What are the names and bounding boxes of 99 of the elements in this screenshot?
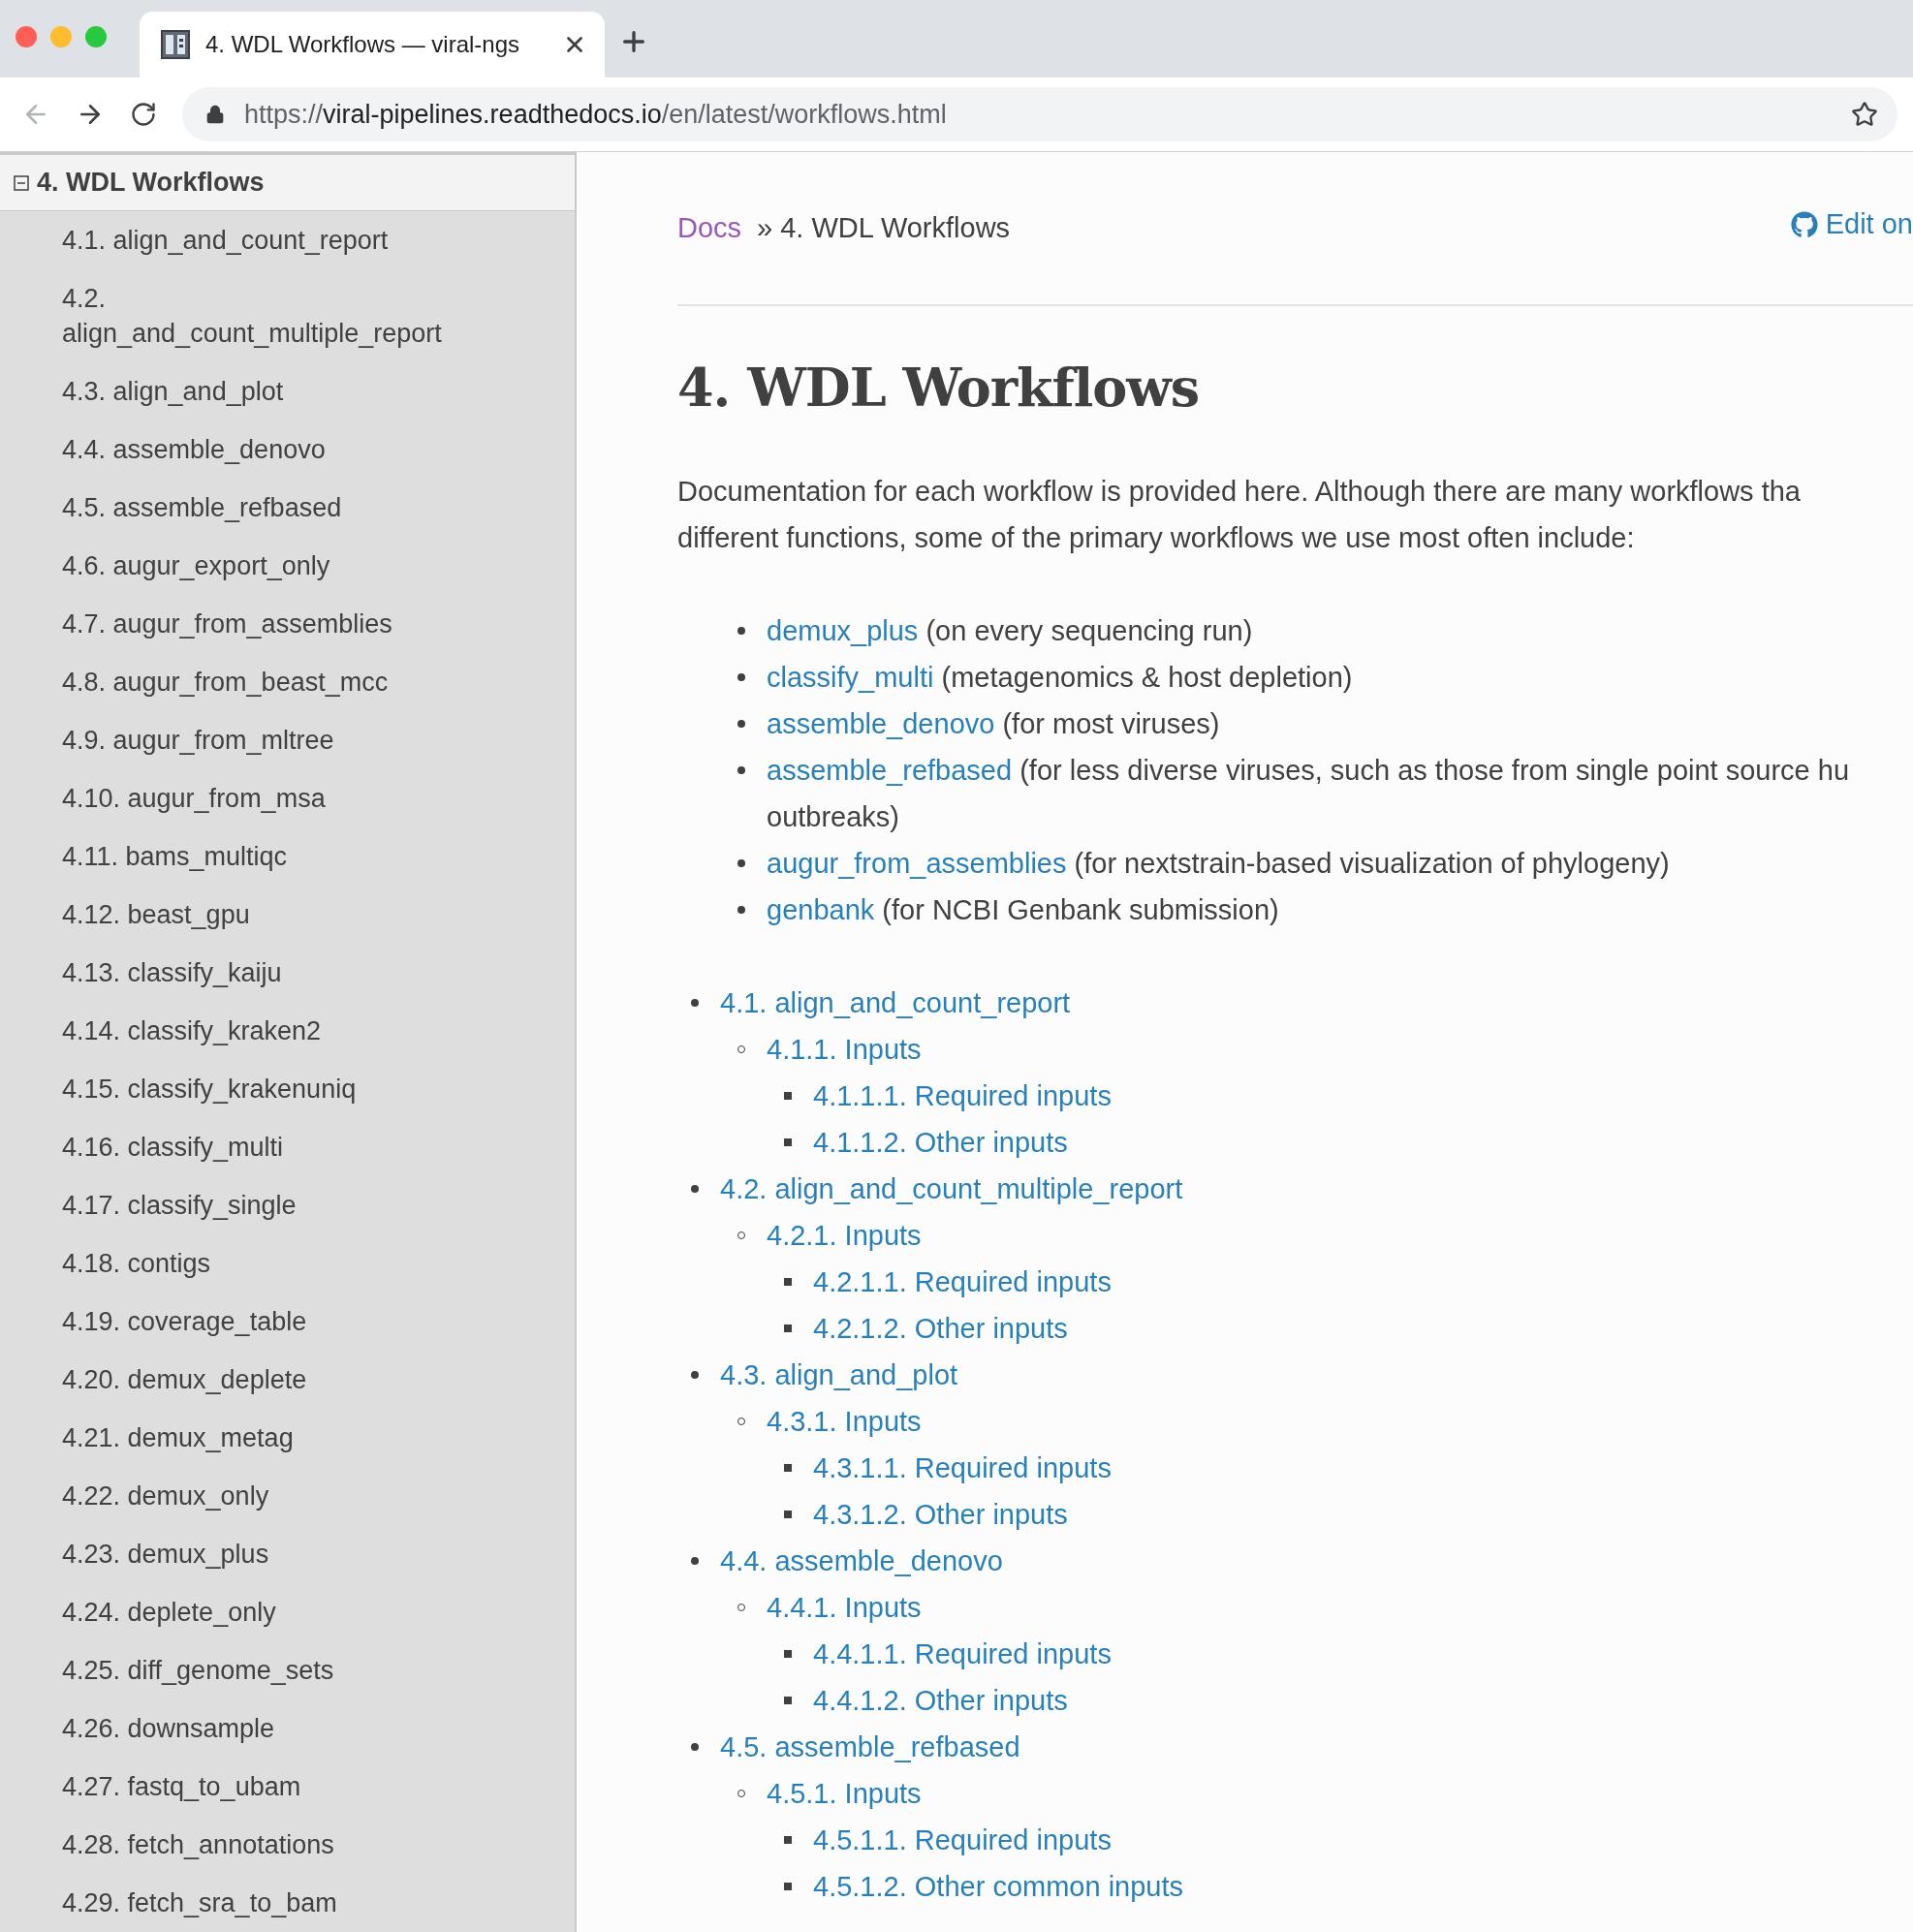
bullet-icon <box>691 999 699 1007</box>
sidebar-item[interactable]: 4.16. classify_multi <box>0 1118 575 1176</box>
sidebar-header: 4. WDL Workflows <box>37 168 265 198</box>
sidebar-item[interactable]: 4.13. classify_kaiju <box>0 944 575 1002</box>
workflow-highlight: demux_plus (on every sequencing run) <box>767 614 1253 648</box>
bullet-icon <box>784 1650 792 1658</box>
workflow-highlight: augur_from_assemblies (for nextstrain-based visualization of phylogeny) <box>767 847 1670 881</box>
browser-tab[interactable]: 4. WDL Workflows — viral-ngs <box>140 12 605 78</box>
toc-link[interactable]: 4.1.1.1. Required inputs <box>813 1073 1112 1119</box>
sidebar-item[interactable]: 4.29. fetch_sra_to_bam <box>0 1874 575 1932</box>
sidebar-item[interactable]: 4.3. align_and_plot <box>0 362 575 421</box>
bullet-icon <box>784 1092 792 1100</box>
address-bar[interactable]: https://viral-pipelines.readthedocs.io/en/latest/workflows.html <box>182 87 1897 141</box>
star-icon[interactable] <box>1851 101 1878 128</box>
toc-link[interactable]: 4.5.1.2. Other common inputs <box>813 1863 1184 1910</box>
sidebar-item[interactable]: 4.11. bams_multiqc <box>0 827 575 886</box>
sidebar-item[interactable]: 4.14. classify_kraken2 <box>0 1002 575 1060</box>
bullet-icon <box>784 1511 792 1518</box>
workflow-highlight: classify_multi (metagenomics & host depletion) <box>767 661 1353 695</box>
sidebar-item[interactable]: 4.17. classify_single <box>0 1176 575 1234</box>
sidebar-item[interactable]: 4.9. augur_from_mltree <box>0 711 575 769</box>
bullet-icon <box>737 627 745 635</box>
sidebar-item[interactable]: 4.23. demux_plus <box>0 1525 575 1583</box>
toc-link[interactable]: 4.3.1.2. Other inputs <box>813 1491 1068 1538</box>
bullet-icon <box>737 766 745 774</box>
bullet-icon <box>784 1836 792 1844</box>
bullet-icon <box>784 1697 792 1704</box>
bullet-icon <box>784 1883 792 1890</box>
sidebar-item[interactable]: 4.5. assemble_refbased <box>0 479 575 537</box>
github-icon <box>1790 210 1818 238</box>
sidebar-item[interactable]: 4.25. diff_genome_sets <box>0 1641 575 1699</box>
toc-link[interactable]: 4.2.1. Inputs <box>767 1212 922 1259</box>
bullet-icon <box>691 1371 699 1379</box>
sidebar-item[interactable]: 4.20. demux_deplete <box>0 1351 575 1409</box>
toc-link[interactable]: 4.1.1. Inputs <box>767 1026 922 1073</box>
breadcrumb-separator: » <box>757 212 773 244</box>
bullet-icon <box>784 1464 792 1472</box>
sidebar-item[interactable]: 4.18. contigs <box>0 1234 575 1293</box>
workflow-highlight: assemble_refbased (for less diverse viruses, such as those from single point source hu outbreaks) <box>767 754 1850 834</box>
page-title: 4. WDL Workflows <box>677 358 1201 419</box>
url-text: https://viral-pipelines.readthedocs.io/en/latest/workflows.html <box>244 99 948 130</box>
toc-link[interactable]: 4.3.1.1. Required inputs <box>813 1445 1112 1491</box>
toc-link[interactable]: 4.5.1. Inputs <box>767 1770 922 1817</box>
toc-link[interactable]: 4.3.1. Inputs <box>767 1398 922 1445</box>
sidebar-item[interactable]: 4.28. fetch_annotations <box>0 1816 575 1874</box>
toc-link[interactable]: 4.5. assemble_refbased <box>720 1724 1020 1770</box>
bullet-icon <box>784 1324 792 1332</box>
sidebar-item[interactable]: 4.6. augur_export_only <box>0 537 575 595</box>
book-icon <box>161 30 190 59</box>
toc-link[interactable]: 4.2.1.2. Other inputs <box>813 1305 1068 1352</box>
bullet-icon <box>784 1138 792 1146</box>
workflow-highlight: genbank (for NCBI Genbank submission) <box>767 893 1279 927</box>
lock-icon <box>205 105 225 124</box>
intro-paragraph: Documentation for each workflow is provided here. Although there are many workflows tha different functions, some of the primary workflows we use most often include: <box>677 475 1802 555</box>
sidebar-item[interactable]: 4.4. assemble_denovo <box>0 421 575 479</box>
bullet-icon <box>737 673 745 681</box>
workflow-link[interactable]: assemble_refbased <box>767 755 1013 786</box>
bullet-icon <box>784 1278 792 1286</box>
workflow-link[interactable]: classify_multi <box>767 662 934 693</box>
toc-link[interactable]: 4.1.1.2. Other inputs <box>813 1119 1068 1166</box>
sidebar-item[interactable]: 4.26. downsample <box>0 1699 575 1758</box>
toc-link[interactable]: 4.1. align_and_count_report <box>720 980 1071 1026</box>
bullet-icon <box>737 859 745 867</box>
sidebar-item[interactable]: 4.7. augur_from_assemblies <box>0 595 575 653</box>
sidebar-item[interactable]: 4.15. classify_krakenuniq <box>0 1060 575 1118</box>
collapse-icon[interactable] <box>14 174 29 191</box>
sidebar-item[interactable]: 4.2. align_and_count_multiple_report <box>0 269 575 362</box>
sidebar-item[interactable]: 4.19. coverage_table <box>0 1293 575 1351</box>
workflow-link[interactable]: augur_from_assemblies <box>767 848 1067 879</box>
toc-link[interactable]: 4.4.1.1. Required inputs <box>813 1631 1112 1677</box>
toc-link[interactable]: 4.3. align_and_plot <box>720 1352 958 1398</box>
workflow-link[interactable]: genbank <box>767 894 875 925</box>
breadcrumb-current: 4. WDL Workflows <box>780 212 1011 244</box>
breadcrumb-link[interactable]: Docs <box>677 212 742 244</box>
bullet-icon <box>691 1185 699 1193</box>
edit-link[interactable]: Edit on <box>1790 208 1913 240</box>
reload-icon[interactable] <box>130 101 157 128</box>
toc-link[interactable]: 4.2.1.1. Required inputs <box>813 1259 1112 1305</box>
bullet-icon <box>737 720 745 728</box>
sidebar-item[interactable]: 4.24. deplete_only <box>0 1583 575 1641</box>
workflow-highlight: assemble_denovo (for most viruses) <box>767 707 1220 741</box>
sidebar-item[interactable]: 4.10. augur_from_msa <box>0 769 575 827</box>
workflow-link[interactable]: assemble_denovo <box>767 708 995 739</box>
sidebar-item[interactable]: 4.22. demux_only <box>0 1467 575 1525</box>
toc-link[interactable]: 4.4. assemble_denovo <box>720 1538 1003 1584</box>
bullet-icon <box>691 1557 699 1565</box>
toc-link[interactable]: 4.4.1. Inputs <box>767 1584 922 1631</box>
sidebar-item[interactable]: 4.1. align_and_count_report <box>0 211 575 269</box>
toc-link[interactable]: 4.4.1.2. Other inputs <box>813 1677 1068 1724</box>
bullet-icon <box>691 1743 699 1751</box>
sidebar-item[interactable]: 4.12. beast_gpu <box>0 886 575 944</box>
sidebar-item[interactable]: 4.27. fastq_to_ubam <box>0 1758 575 1816</box>
workflow-link[interactable]: demux_plus <box>767 615 919 646</box>
toc-link[interactable]: 4.2. align_and_count_multiple_report <box>720 1166 1183 1212</box>
tab-title: 4. WDL Workflows — viral-ngs <box>205 31 521 58</box>
bullet-icon <box>737 906 745 914</box>
sidebar-item[interactable]: 4.21. demux_metag <box>0 1409 575 1467</box>
sidebar-item[interactable]: 4.8. augur_from_beast_mcc <box>0 653 575 711</box>
toc-link[interactable]: 4.5.1.1. Required inputs <box>813 1817 1112 1863</box>
